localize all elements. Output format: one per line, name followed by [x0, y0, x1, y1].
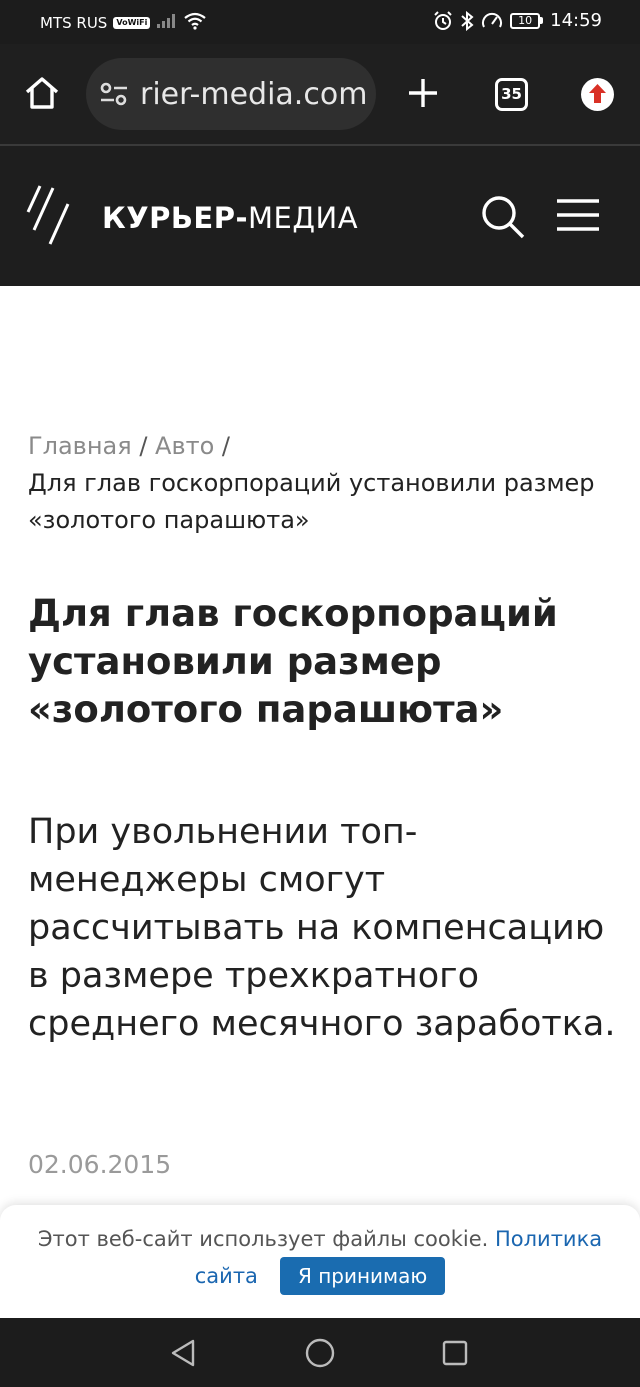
battery-level: 10	[510, 12, 541, 29]
update-icon[interactable]	[581, 78, 614, 111]
search-icon[interactable]	[480, 194, 526, 244]
cookie-actions: сайта Я принимаю	[0, 1257, 640, 1295]
menu-icon[interactable]	[556, 198, 600, 236]
battery-icon: 10	[510, 12, 544, 29]
vowifi-badge: VoWiFi	[113, 17, 151, 29]
tab-switcher-button[interactable]: 35	[495, 78, 528, 111]
home-circle-icon[interactable]	[305, 1338, 335, 1372]
system-nav-bar	[0, 1318, 640, 1387]
breadcrumb-section-link[interactable]: Авто	[155, 432, 214, 460]
logo-bold-part: КУРЬЕР-	[102, 201, 249, 235]
carrier-name: MTS RUS	[40, 14, 108, 32]
policy-link[interactable]: Политика	[495, 1227, 602, 1251]
home-icon[interactable]	[24, 76, 60, 114]
browser-toolbar: rier-media.com 35	[0, 44, 640, 146]
new-tab-icon[interactable]	[406, 76, 440, 114]
breadcrumb: Главная / Авто / Для глав госкорпораций …	[28, 428, 618, 539]
clock: 14:59	[550, 10, 602, 31]
logo-regular-part: МЕДИА	[248, 201, 359, 235]
article-lead: При увольнении топ-менеджеры смогут расс…	[28, 812, 616, 1044]
policy-link-continued[interactable]: сайта	[195, 1264, 258, 1288]
cookie-banner: Этот веб-сайт использует файлы cookie. П…	[0, 1205, 640, 1318]
breadcrumb-home-link[interactable]: Главная	[28, 432, 132, 460]
site-logo-text[interactable]: КУРЬЕР-МЕДИА	[102, 201, 358, 235]
breadcrumb-separator: /	[139, 432, 148, 460]
status-bar: MTS RUS VoWiFi 10 14:59	[0, 0, 640, 44]
url-text: rier-media.com	[140, 77, 368, 112]
cookie-text: Этот веб-сайт использует файлы cookie.	[37, 1227, 489, 1251]
back-icon[interactable]	[170, 1339, 196, 1371]
cookie-text-line: Этот веб-сайт использует файлы cookie. П…	[0, 1227, 640, 1251]
article-title: Для глав госкорпораций установили размер…	[28, 592, 558, 731]
breadcrumb-current: Для глав госкорпораций установили размер…	[28, 469, 595, 534]
bluetooth-icon	[460, 10, 474, 31]
speed-icon	[481, 11, 503, 31]
site-settings-icon[interactable]	[100, 82, 128, 110]
wifi-icon	[184, 12, 207, 34]
article-date: 02.06.2015	[28, 1150, 172, 1179]
status-right: 10 14:59	[433, 10, 602, 31]
signal-icon	[156, 13, 178, 33]
status-left: MTS RUS VoWiFi	[40, 12, 207, 34]
accept-cookies-button[interactable]: Я принимаю	[279, 1257, 446, 1295]
breadcrumb-separator: /	[221, 432, 231, 460]
address-bar[interactable]: rier-media.com	[86, 58, 376, 130]
site-header: КУРЬЕР-МЕДИА	[0, 146, 640, 286]
recents-icon[interactable]	[442, 1340, 468, 1370]
alarm-icon	[433, 10, 453, 31]
logo-icon[interactable]	[26, 184, 76, 250]
